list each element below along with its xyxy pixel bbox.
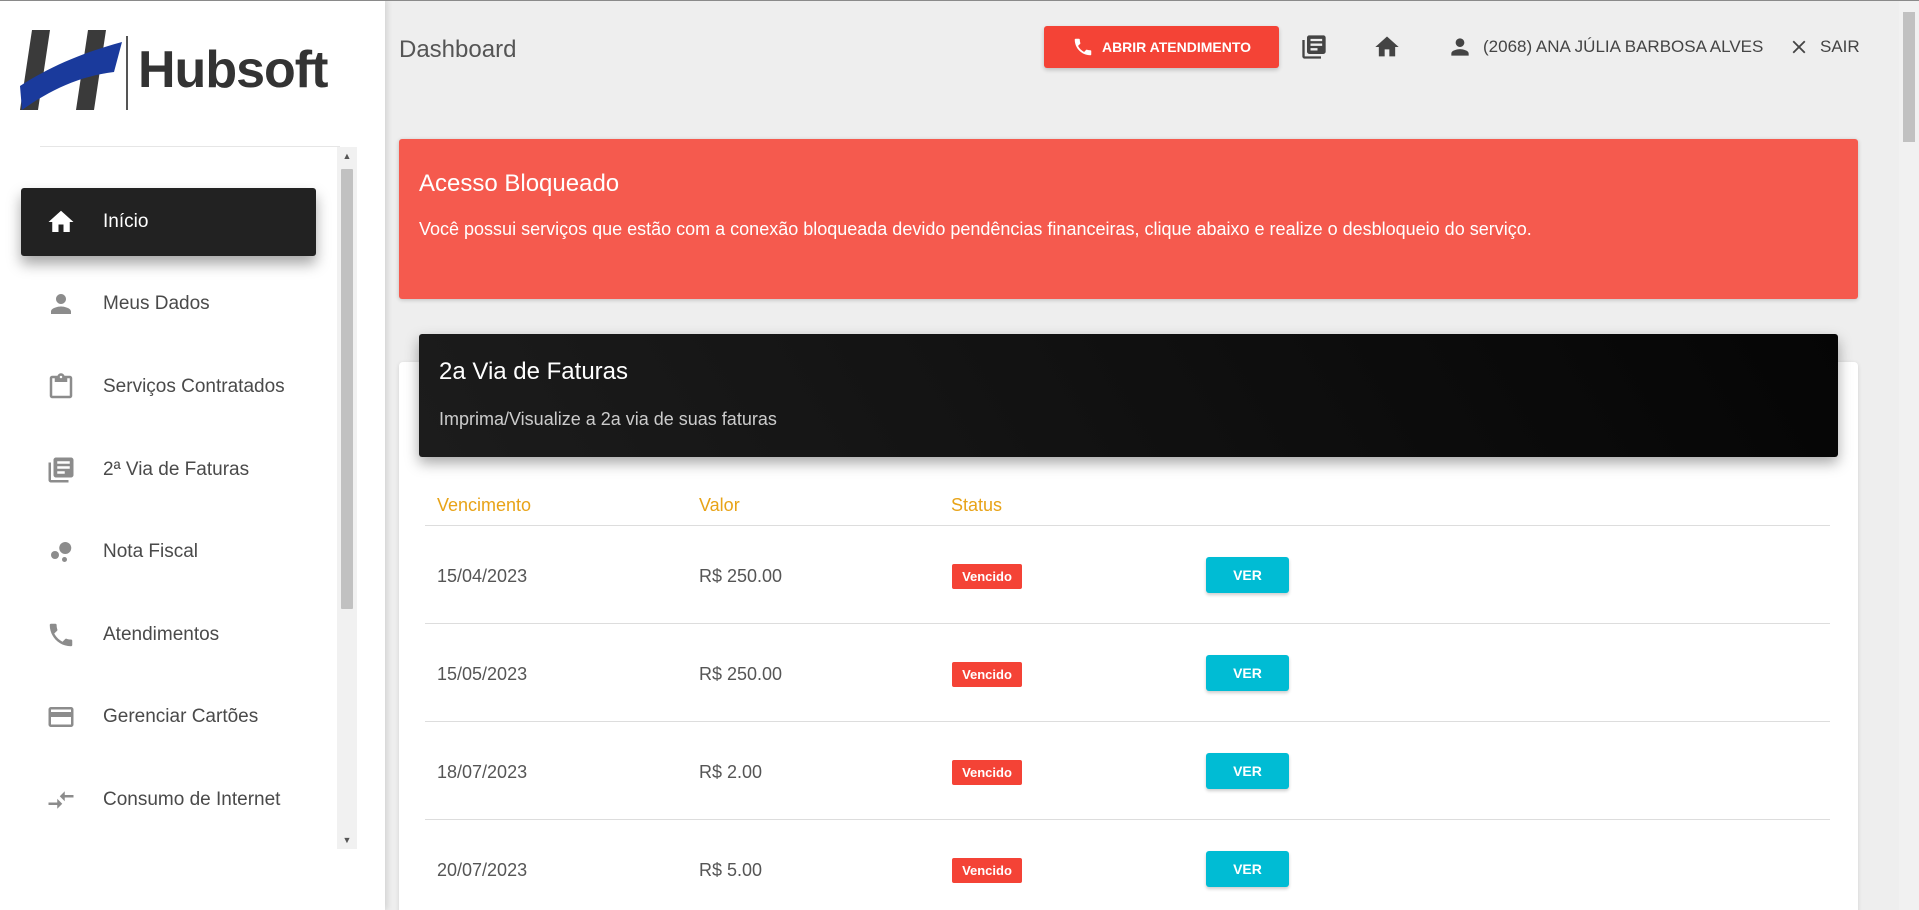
invoice-value: R$ 250.00: [699, 566, 783, 586]
sidebar-item-label: Atendimentos: [103, 624, 220, 645]
invoice-due-date: 15/05/2023: [437, 664, 528, 684]
library-books-icon: [45, 454, 77, 486]
scroll-down-arrow-icon[interactable]: ▼: [337, 831, 357, 849]
logo-divider: [40, 146, 340, 147]
table-row: 18/07/2023 R$ 2.00 Vencido VER: [425, 722, 1830, 820]
invoices-card-header: 2a Via de Faturas Imprima/Visualize a 2a…: [419, 334, 1838, 457]
person-icon: [45, 288, 77, 320]
home-icon: [1375, 36, 1399, 57]
window-top-border: [0, 0, 1919, 1]
abrir-atendimento-label: ABRIR ATENDIMENTO: [1101, 39, 1252, 55]
sidebar-item-gerenciar-cartoes[interactable]: Gerenciar Cartões: [21, 683, 316, 751]
view-invoice-button[interactable]: VER: [1206, 851, 1289, 887]
sidebar-item-servicos-contratados[interactable]: Serviços Contratados: [21, 353, 316, 421]
page-scroll-thumb[interactable]: [1903, 12, 1915, 142]
library-books-icon: [1302, 35, 1326, 59]
invoices-subtitle: Imprima/Visualize a 2a via de suas fatur…: [439, 409, 777, 429]
view-invoice-button[interactable]: VER: [1206, 557, 1289, 593]
status-badge: Vencido: [952, 662, 1022, 687]
table-row: 15/05/2023 R$ 250.00 Vencido VER: [425, 624, 1830, 722]
invoice-value: R$ 5.00: [699, 860, 763, 880]
sidebar-item-inicio[interactable]: Início: [21, 188, 316, 256]
logout-button[interactable]: SAIR: [1788, 32, 1860, 62]
invoices-shortcut-button[interactable]: [1299, 32, 1329, 62]
invoices-title: 2a Via de Faturas: [439, 358, 629, 385]
alert-text: Você possui serviços que estão com a con…: [419, 219, 1532, 239]
sidebar-item-2a-via-faturas[interactable]: 2ª Via de Faturas: [21, 436, 316, 504]
logout-label: SAIR: [1820, 37, 1860, 56]
phone-icon: [45, 619, 77, 651]
page-scrollbar[interactable]: [1899, 0, 1919, 910]
sidebar-scrollbar[interactable]: ▲ ▼: [337, 147, 357, 849]
view-invoice-button[interactable]: VER: [1206, 753, 1289, 789]
sidebar-item-label: Serviços Contratados: [103, 376, 285, 397]
page-title: Dashboard: [399, 36, 517, 63]
status-badge: Vencido: [952, 858, 1022, 883]
sidebar-item-nota-fiscal[interactable]: Nota Fiscal: [21, 518, 316, 586]
sidebar-item-label: Gerenciar Cartões: [103, 706, 259, 727]
logo-text: Hubsoft: [138, 41, 328, 99]
hubsoft-logo[interactable]: Hubsoft: [18, 26, 368, 114]
invoice-due-date: 18/07/2023: [437, 762, 528, 782]
scroll-up-arrow-icon[interactable]: ▲: [337, 147, 357, 165]
status-badge: Vencido: [952, 564, 1022, 589]
invoice-value: R$ 250.00: [699, 664, 783, 684]
invoice-due-date: 15/04/2023: [437, 566, 528, 586]
home-icon: [45, 206, 77, 238]
compare-arrows-icon: [45, 784, 77, 816]
sidebar-scroll-thumb[interactable]: [341, 169, 353, 609]
home-button[interactable]: [1372, 32, 1402, 62]
user-menu[interactable]: (2068) ANA JÚLIA BARBOSA ALVES: [1447, 32, 1763, 62]
invoice-due-date: 20/07/2023: [437, 860, 528, 880]
sidebar-item-label: Meus Dados: [103, 293, 210, 314]
sidebar-item-meus-dados[interactable]: Meus Dados: [21, 270, 316, 338]
sidebar-nav: Início Meus Dados Serviços Contratados 2…: [0, 170, 340, 850]
clipboard-icon: [45, 371, 77, 403]
sidebar-item-label: Nota Fiscal: [103, 541, 199, 562]
invoice-value: R$ 2.00: [699, 762, 763, 782]
hubsoft-logo-mark-icon: [20, 30, 128, 110]
sidebar-item-label: 2ª Via de Faturas: [103, 459, 250, 480]
bubble-chart-icon: [45, 536, 77, 568]
column-header-valor: Valor: [699, 495, 740, 515]
credit-card-icon: [45, 701, 77, 733]
column-header-vencimento: Vencimento: [437, 495, 532, 515]
status-badge: Vencido: [952, 760, 1022, 785]
blocked-access-alert: Acesso Bloqueado Você possui serviços qu…: [399, 139, 1858, 299]
close-icon: [1792, 40, 1806, 54]
sidebar-item-label: Início: [103, 211, 149, 232]
person-icon: [1451, 38, 1469, 56]
view-invoice-button[interactable]: VER: [1206, 655, 1289, 691]
sidebar-item-consumo-internet[interactable]: Consumo de Internet: [21, 766, 316, 834]
alert-title: Acesso Bloqueado: [419, 170, 620, 197]
table-row: 20/07/2023 R$ 5.00 Vencido VER: [425, 820, 1830, 910]
sidebar-item-atendimentos[interactable]: Atendimentos: [21, 601, 316, 669]
abrir-atendimento-button[interactable]: ABRIR ATENDIMENTO: [1044, 26, 1279, 68]
sidebar: Hubsoft Início Meus Dados Serviços Contr…: [0, 0, 385, 910]
sidebar-item-label: Consumo de Internet: [103, 789, 281, 810]
user-name: (2068) ANA JÚLIA BARBOSA ALVES: [1483, 37, 1764, 56]
column-header-status: Status: [951, 495, 1003, 515]
phone-icon: [1074, 38, 1092, 56]
table-row: 15/04/2023 R$ 250.00 Vencido VER: [425, 526, 1830, 624]
